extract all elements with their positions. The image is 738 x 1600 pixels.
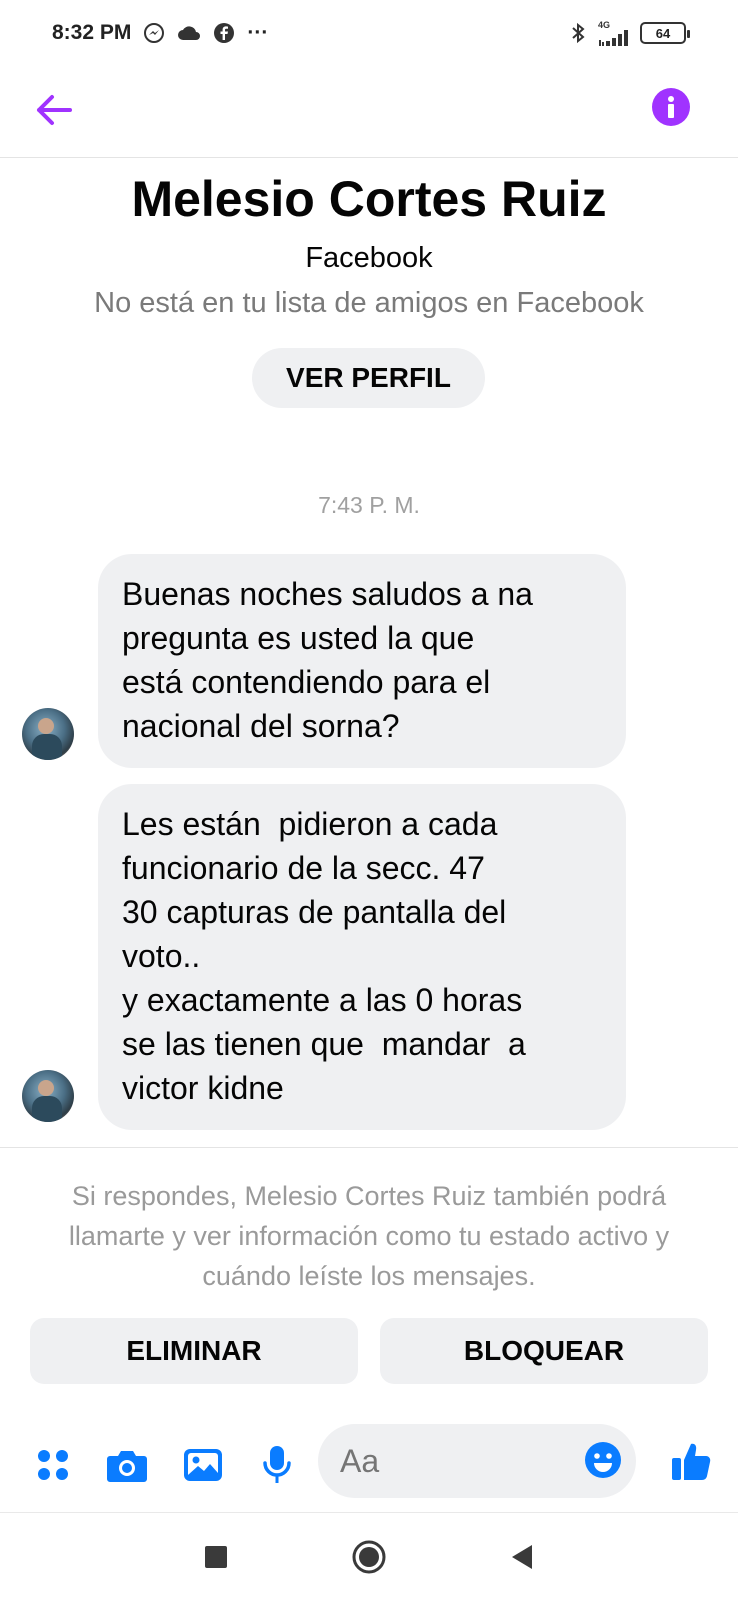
message-line: 30 capturas de pantalla del (122, 894, 507, 930)
message-line: funcionario de la secc. 47 (122, 850, 485, 886)
view-profile-button[interactable]: VER PERFIL (252, 348, 485, 408)
thumbs-up-icon (672, 1443, 711, 1480)
bluetooth-icon (570, 21, 586, 45)
message-input-placeholder: Aa (340, 1442, 380, 1479)
recent-apps-button[interactable] (194, 1535, 238, 1579)
sender-avatar[interactable] (22, 1070, 74, 1122)
square-icon (205, 1546, 227, 1568)
emoji-button[interactable] (584, 1441, 622, 1479)
block-button[interactable]: BLOQUEAR (380, 1318, 708, 1384)
info-button[interactable] (652, 88, 690, 126)
home-button[interactable] (347, 1535, 391, 1579)
delete-button[interactable]: ELIMINAR (30, 1318, 358, 1384)
messenger-notification-icon (143, 22, 165, 44)
apps-button[interactable] (30, 1442, 76, 1488)
message-line: y exactamente a las 0 horas (122, 982, 523, 1018)
gallery-button[interactable] (180, 1442, 226, 1488)
more-notifications-icon: ··· (247, 21, 269, 44)
camera-button[interactable] (104, 1442, 150, 1488)
arrow-left-icon (37, 95, 72, 125)
like-button[interactable] (666, 1436, 716, 1486)
message-bubble[interactable]: Les están pidieron a cada funcionario de… (98, 784, 626, 1130)
messenger-screen: 8:32 PM ··· 4G 64 Melesio Cortes Ruiz Fa… (0, 0, 738, 1600)
message-line: nacional del sorna? (122, 708, 400, 744)
microphone-button[interactable] (254, 1442, 300, 1488)
status-right: 4G 64 (570, 19, 690, 46)
message-line: voto.. (122, 938, 201, 974)
message-timestamp: 7:43 P. M. (318, 492, 420, 518)
facebook-notification-icon (213, 22, 235, 44)
home-circle-icon (352, 1540, 386, 1574)
message-line: se las tienen que mandar a (122, 1026, 526, 1062)
status-left: 8:32 PM ··· (52, 21, 268, 45)
conversation-app-bar (0, 66, 738, 158)
reply-notice: Si respondes, Melesio Cortes Ruiz tambié… (68, 1181, 670, 1291)
back-button[interactable] (30, 86, 78, 134)
gallery-icon (184, 1449, 222, 1481)
message-input[interactable]: Aa (318, 1424, 636, 1498)
divider (0, 1147, 738, 1148)
network-type-label: 4G (598, 19, 611, 30)
system-nav-bar (0, 1512, 738, 1600)
contact-source: Facebook (305, 242, 433, 274)
message-bubble[interactable]: Buenas noches saludos a na pregunta es u… (98, 554, 626, 768)
message-line: Les están pidieron a cada (122, 806, 498, 842)
triangle-back-icon (512, 1545, 532, 1569)
microphone-icon (263, 1446, 291, 1483)
emoji-icon (585, 1442, 621, 1478)
message-line: Buenas noches saludos a na (122, 576, 533, 612)
status-bar: 8:32 PM ··· 4G 64 (0, 0, 738, 66)
signal-icon: 4G (598, 19, 628, 46)
status-time: 8:32 PM (52, 21, 132, 44)
contact-name: Melesio Cortes Ruiz (131, 171, 607, 227)
back-nav-button[interactable] (500, 1535, 544, 1579)
battery-indicator: 64 (640, 22, 690, 44)
sender-avatar[interactable] (22, 708, 74, 760)
cloud-icon (177, 24, 201, 42)
message-line: está contendiendo para el (122, 664, 491, 700)
apps-icon (38, 1450, 68, 1480)
info-icon (668, 96, 674, 118)
message-line: pregunta es usted la que (122, 620, 475, 656)
message-line: victor kidne (122, 1070, 284, 1106)
camera-icon (107, 1451, 147, 1482)
not-friends-note: No está en tu lista de amigos en Faceboo… (94, 287, 644, 319)
